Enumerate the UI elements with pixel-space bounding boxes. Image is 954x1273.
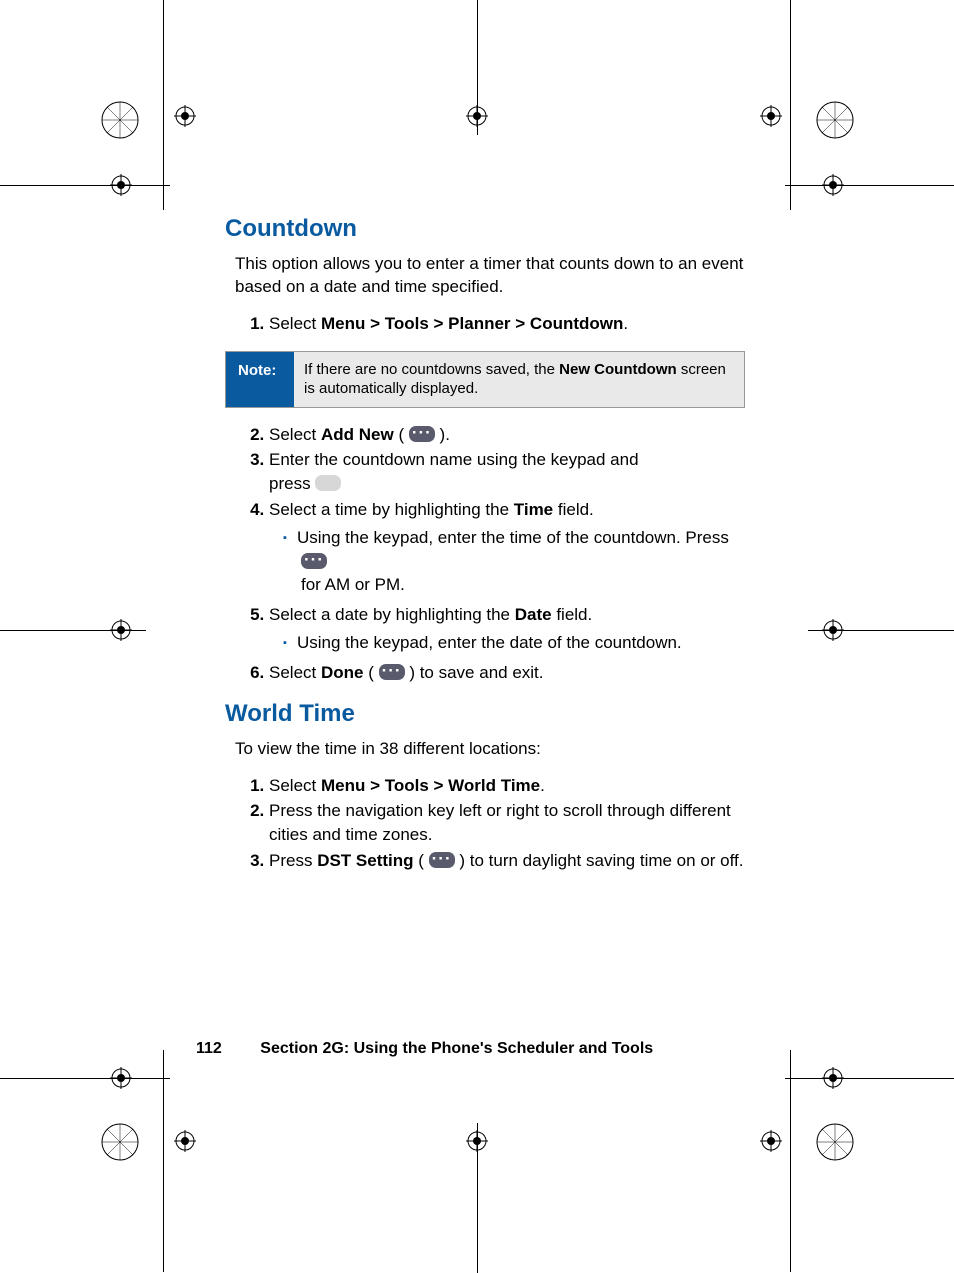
registration-mark-icon bbox=[110, 619, 132, 641]
registration-mark-icon bbox=[110, 1067, 132, 1089]
crop-mark bbox=[790, 1050, 791, 1272]
sub-item: Using the keypad, enter the date of the … bbox=[301, 631, 745, 655]
registration-mark-icon bbox=[174, 105, 196, 127]
ornament-icon bbox=[815, 100, 855, 140]
text: Select bbox=[269, 663, 321, 682]
countdown-steps-cont: Select Add New ( ). Enter the countdown … bbox=[235, 422, 745, 686]
softkey-icon bbox=[409, 426, 435, 442]
text: ). bbox=[435, 425, 450, 444]
crop-mark bbox=[790, 0, 791, 210]
registration-mark-icon bbox=[110, 174, 132, 196]
text: press bbox=[269, 474, 315, 493]
crop-mark bbox=[163, 0, 164, 210]
text-bold: Done bbox=[321, 663, 364, 682]
crop-mark bbox=[0, 1078, 170, 1079]
text: Select bbox=[269, 314, 321, 333]
step-item: Press the navigation key left or right t… bbox=[269, 798, 745, 848]
text: field. bbox=[553, 500, 594, 519]
step-item: Select Menu > Tools > World Time. bbox=[269, 773, 745, 799]
text: . bbox=[623, 314, 628, 333]
world-time-steps: Select Menu > Tools > World Time. Press … bbox=[235, 773, 745, 874]
step-item: Select a time by highlighting the Time f… bbox=[269, 497, 745, 602]
heading-countdown: Countdown bbox=[225, 215, 745, 243]
text: ( bbox=[394, 425, 409, 444]
step-item: Select Done ( ) to save and exit. bbox=[269, 660, 745, 686]
ornament-icon bbox=[815, 1122, 855, 1162]
crop-mark bbox=[163, 1050, 164, 1272]
text-bold: DST Setting bbox=[317, 851, 413, 870]
text: ) to turn daylight saving time on or off… bbox=[455, 851, 744, 870]
registration-mark-icon bbox=[760, 1130, 782, 1152]
text: Enter the countdown name using the keypa… bbox=[269, 450, 639, 469]
note-box: Note: If there are no countdowns saved, … bbox=[225, 351, 745, 408]
page-footer: 112 Section 2G: Using the Phone's Schedu… bbox=[196, 1040, 653, 1058]
crop-mark bbox=[0, 185, 170, 186]
text: Select bbox=[269, 776, 321, 795]
text: . bbox=[540, 776, 545, 795]
step-item: Select Add New ( ). bbox=[269, 422, 745, 448]
text: Using the keypad, enter the time of the … bbox=[297, 528, 729, 547]
registration-mark-icon bbox=[822, 619, 844, 641]
text: ( bbox=[363, 663, 378, 682]
text: for AM or PM. bbox=[301, 575, 405, 594]
text-bold: Time bbox=[514, 500, 553, 519]
text-bold: New Countdown bbox=[559, 361, 676, 378]
registration-mark-icon bbox=[760, 105, 782, 127]
softkey-icon bbox=[379, 664, 405, 680]
text: Press bbox=[269, 851, 317, 870]
text-bold: Add New bbox=[321, 425, 394, 444]
step-item: Press DST Setting ( ) to turn daylight s… bbox=[269, 848, 745, 874]
ornament-icon bbox=[100, 100, 140, 140]
note-text: If there are no countdowns saved, the Ne… bbox=[294, 352, 744, 407]
section-label: Section 2G: Using the Phone's Scheduler … bbox=[260, 1040, 653, 1057]
page-content: Countdown This option allows you to ente… bbox=[225, 215, 745, 888]
softkey-icon bbox=[429, 852, 455, 868]
heading-world-time: World Time bbox=[225, 700, 745, 728]
ornament-icon bbox=[100, 1122, 140, 1162]
softkey-icon bbox=[301, 553, 327, 569]
text: Select bbox=[269, 425, 321, 444]
crop-mark bbox=[785, 185, 954, 186]
registration-mark-icon bbox=[822, 1067, 844, 1089]
sub-item: Using the keypad, enter the time of the … bbox=[301, 526, 745, 597]
step-item: Select a date by highlighting the Date f… bbox=[269, 602, 745, 660]
text: field. bbox=[552, 605, 593, 624]
ok-key-icon bbox=[315, 475, 341, 491]
step-item: Select Menu > Tools > Planner > Countdow… bbox=[269, 311, 745, 337]
intro-countdown: This option allows you to enter a timer … bbox=[235, 253, 745, 299]
sub-list: Using the keypad, enter the date of the … bbox=[269, 631, 745, 655]
text-bold: Menu > Tools > Planner > Countdown bbox=[321, 314, 623, 333]
step-item: Enter the countdown name using the keypa… bbox=[269, 447, 745, 497]
registration-mark-icon bbox=[466, 105, 488, 127]
text: ) to save and exit. bbox=[405, 663, 544, 682]
text: Select a time by highlighting the bbox=[269, 500, 514, 519]
page-number: 112 bbox=[196, 1040, 222, 1057]
registration-mark-icon bbox=[822, 174, 844, 196]
text: ( bbox=[414, 851, 429, 870]
text: If there are no countdowns saved, the bbox=[304, 361, 559, 378]
text-bold: Date bbox=[515, 605, 552, 624]
countdown-steps: Select Menu > Tools > Planner > Countdow… bbox=[235, 311, 745, 337]
text-bold: Menu > Tools > World Time bbox=[321, 776, 540, 795]
intro-world-time: To view the time in 38 different locatio… bbox=[235, 738, 745, 761]
sub-list: Using the keypad, enter the time of the … bbox=[269, 526, 745, 597]
crop-mark bbox=[785, 1078, 954, 1079]
note-label: Note: bbox=[226, 352, 294, 407]
registration-mark-icon bbox=[174, 1130, 196, 1152]
registration-mark-icon bbox=[466, 1130, 488, 1152]
text: Select a date by highlighting the bbox=[269, 605, 515, 624]
